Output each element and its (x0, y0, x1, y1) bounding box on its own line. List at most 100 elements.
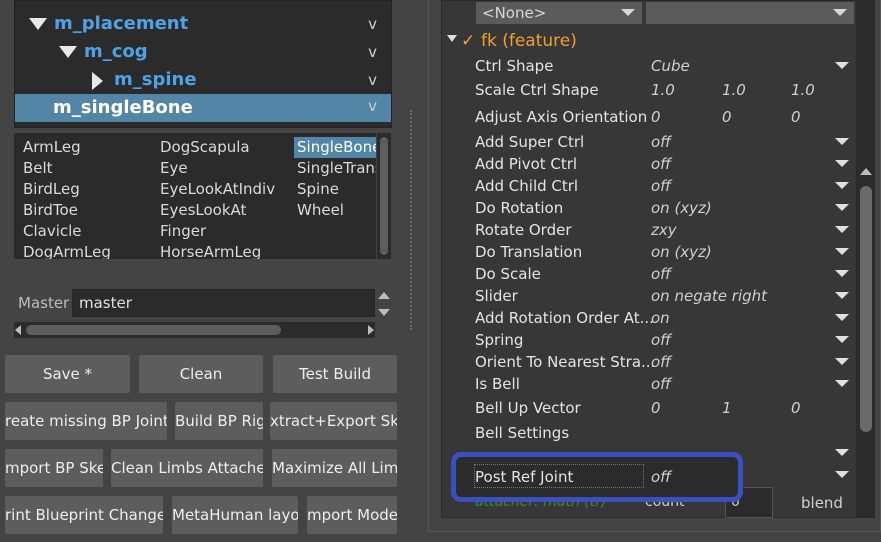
attr-value[interactable]: zxy (651, 221, 677, 239)
attr-label: Add Pivot Ctrl (475, 155, 578, 173)
chevron-down-icon[interactable] (835, 380, 849, 387)
attr-value[interactable]: off (651, 353, 671, 371)
horizontal-scrollbar[interactable] (14, 322, 375, 338)
scroll-up-icon[interactable] (860, 168, 872, 175)
scroll-right-icon[interactable] (368, 325, 374, 335)
section-collapse-icon[interactable] (447, 35, 457, 42)
collapse-icon[interactable] (92, 72, 103, 90)
module-item[interactable]: DogScapula (157, 137, 250, 158)
post-ref-joint-value[interactable]: off (651, 468, 671, 486)
attr-value[interactable]: off (651, 177, 671, 195)
attr-value[interactable]: off (651, 331, 671, 349)
attr-value-x[interactable]: 1.0 (651, 81, 675, 99)
module-item[interactable]: Finger (157, 221, 206, 242)
module-item[interactable]: SingleTrans (294, 158, 376, 179)
chevron-down-icon[interactable] (835, 358, 849, 365)
attr-value[interactable]: off (651, 375, 671, 393)
module-item[interactable]: BirdToe (20, 200, 78, 221)
visibility-toggle[interactable]: v (368, 97, 377, 115)
build-bp-rig-button[interactable]: Build BP Rig (175, 402, 263, 440)
chevron-down-icon[interactable] (835, 471, 849, 478)
master-input[interactable]: master (72, 289, 375, 317)
clean-button[interactable]: Clean (139, 355, 263, 393)
chevron-down-icon[interactable] (835, 160, 849, 167)
attr-value[interactable]: off (651, 265, 671, 283)
chevron-down-icon[interactable] (835, 314, 849, 321)
chevron-down-icon[interactable] (835, 182, 849, 189)
scrollbar-thumb[interactable] (860, 186, 872, 432)
attr-value-z[interactable]: 0 (791, 108, 801, 126)
module-item[interactable]: Wheel (294, 200, 344, 221)
save-button[interactable]: Save * (5, 355, 130, 393)
rig-hierarchy-tree[interactable]: m_placement v m_cog v m_spine v m_single… (14, 0, 392, 128)
chevron-down-icon[interactable] (835, 62, 849, 69)
extract-export-skeleton-button[interactable]: xtract+Export Ske (270, 402, 397, 440)
chevron-down-icon[interactable] (835, 138, 849, 145)
attr-value[interactable]: off (651, 155, 671, 173)
expand-icon[interactable] (29, 18, 47, 30)
test-build-button[interactable]: Test Build (273, 355, 397, 393)
scroll-down-icon[interactable] (377, 306, 391, 320)
panel-splitter[interactable] (410, 110, 412, 330)
chevron-down-icon[interactable] (835, 449, 849, 456)
attr-value[interactable]: on (xyz) (651, 199, 712, 217)
attr-value-x[interactable]: 0 (651, 399, 661, 417)
tree-item-cog[interactable]: m_cog v (15, 40, 391, 66)
create-missing-bp-joint-button[interactable]: reate missing BP Joint (5, 402, 167, 440)
scrollbar-thumb[interactable] (380, 137, 388, 255)
import-model-button[interactable]: mport Mode (307, 496, 397, 534)
module-item[interactable]: Belt (20, 158, 53, 179)
chevron-down-icon[interactable] (835, 270, 849, 277)
attr-value[interactable]: on (xyz) (651, 243, 712, 261)
visibility-toggle[interactable]: v (368, 15, 377, 33)
chevron-down-icon[interactable] (835, 336, 849, 343)
maximize-all-limbs-button[interactable]: Maximize All Liml (272, 449, 397, 487)
module-list[interactable]: ArmLeg Belt BirdLeg BirdToe Clavicle Dog… (14, 133, 376, 259)
module-item[interactable]: Eye (157, 158, 188, 179)
attr-value-y[interactable]: 0 (722, 108, 732, 126)
module-item[interactable]: HorseArmLeg (157, 242, 261, 259)
attr-value-y[interactable]: 1 (722, 399, 732, 417)
tree-item-placement[interactable]: m_placement v (15, 12, 391, 38)
attr-value-x[interactable]: 0 (651, 108, 661, 126)
attr-value[interactable]: on negate right (651, 287, 767, 305)
print-blueprint-change-button[interactable]: rint Blueprint Change (5, 496, 163, 534)
attr-value-z[interactable]: 1.0 (791, 81, 815, 99)
chevron-down-icon[interactable] (835, 204, 849, 211)
attr-value-y[interactable]: 1.0 (722, 81, 746, 99)
import-bp-skeleton-button[interactable]: mport BP Ske (5, 449, 103, 487)
visibility-toggle[interactable]: v (368, 43, 377, 61)
tree-item-spine[interactable]: m_spine v (15, 68, 391, 94)
module-item[interactable]: BirdLeg (20, 179, 80, 200)
clean-limbs-attachers-button[interactable]: Clean Limbs Attachers (111, 449, 263, 487)
module-item[interactable]: ArmLeg (20, 137, 81, 158)
metahuman-layout-button[interactable]: MetaHuman layou (172, 496, 298, 534)
visibility-toggle[interactable]: v (368, 71, 377, 89)
chevron-down-icon[interactable] (826, 2, 854, 24)
attr-label: Is Bell (475, 375, 520, 393)
attr-label: Scale Ctrl Shape (475, 81, 599, 99)
scroll-left-icon[interactable] (15, 325, 21, 335)
attribute-scrollbar[interactable] (857, 0, 875, 518)
module-item[interactable]: DogArmLeg (20, 242, 111, 259)
chevron-down-icon[interactable] (835, 292, 849, 299)
module-item[interactable]: Spine (294, 179, 339, 200)
tree-item-singlebone[interactable]: m_singleBone v (15, 94, 391, 122)
chevron-down-icon[interactable] (835, 248, 849, 255)
module-item[interactable]: Clavicle (20, 221, 82, 242)
module-item[interactable]: EyesLookAt (157, 200, 246, 221)
module-item-selected[interactable]: SingleBone (294, 137, 376, 158)
attr-value[interactable]: on (651, 309, 670, 327)
chevron-down-icon[interactable] (614, 2, 642, 24)
scrollbar-thumb[interactable] (26, 325, 281, 335)
scroll-up-icon[interactable] (377, 289, 391, 303)
empty-combo[interactable] (646, 2, 854, 24)
expand-icon[interactable] (59, 46, 77, 58)
module-list-scrollbar[interactable] (377, 133, 391, 259)
attr-value[interactable]: Cube (651, 57, 690, 75)
none-combo[interactable]: <None> (476, 2, 642, 24)
attr-value[interactable]: off (651, 133, 671, 151)
chevron-down-icon[interactable] (835, 226, 849, 233)
module-item[interactable]: EyeLookAtIndiv (157, 179, 275, 200)
attr-value-z[interactable]: 0 (791, 399, 801, 417)
